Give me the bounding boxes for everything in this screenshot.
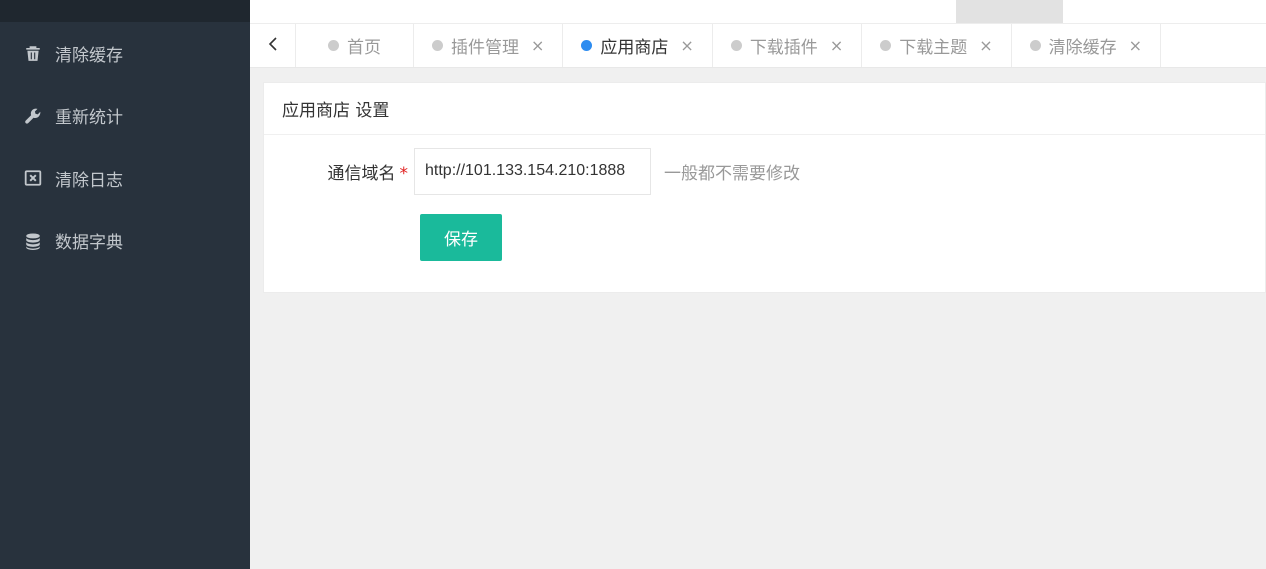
tab-label: 插件管理	[451, 38, 519, 58]
tab-home[interactable]: 首页	[296, 24, 414, 67]
close-box-icon	[24, 169, 42, 187]
field-label-wrapper: 通信域名 *	[264, 159, 414, 184]
tab-scroll-left-button[interactable]	[250, 24, 296, 67]
settings-card: 应用商店 设置 通信域名* 一般都不需要修改 保存	[263, 82, 1266, 293]
close-icon[interactable]: ×	[680, 36, 693, 55]
sidebar-item-data-dictionary[interactable]: 数据字典	[0, 210, 250, 273]
close-icon[interactable]: ×	[979, 36, 992, 55]
tab-label: 下载主题	[899, 38, 968, 58]
sidebar-item-label: 重新统计	[55, 108, 123, 129]
field-hint: 一般都不需要修改	[664, 163, 800, 184]
tab-label: 清除缓存	[1048, 38, 1117, 58]
close-icon[interactable]: ×	[830, 36, 843, 55]
tab-bar: 首页 插件管理 × 应用商店 × 下载插件 × 下载主题 × 清除缓存 ×	[250, 23, 1266, 68]
database-icon	[24, 232, 42, 250]
chevron-left-icon	[267, 36, 279, 56]
sidebar-item-label: 清除日志	[55, 170, 123, 191]
field-label: 通信域名	[327, 163, 396, 184]
close-icon[interactable]: ×	[531, 36, 544, 55]
sidebar-item-label: 清除缓存	[55, 45, 123, 66]
tab-clear-cache[interactable]: 清除缓存 ×	[1012, 24, 1162, 67]
header-menu-slot[interactable]	[956, 0, 1063, 23]
sidebar-item-clear-cache[interactable]: 清除缓存	[0, 22, 250, 85]
trash-icon	[24, 44, 42, 62]
sidebar: 清除缓存 重新统计 清除日志 数据字典	[0, 0, 250, 569]
tab-label: 应用商店	[600, 38, 669, 58]
tab-status-dot	[581, 40, 593, 51]
sidebar-item-clear-log[interactable]: 清除日志	[0, 147, 250, 210]
sidebar-item-recount[interactable]: 重新统计	[0, 85, 250, 148]
tab-label: 下载插件	[749, 38, 818, 58]
domain-input[interactable]	[414, 147, 651, 195]
tab-status-dot	[328, 40, 339, 51]
sidebar-item-label: 数据字典	[55, 233, 123, 254]
card-title: 应用商店 设置	[264, 83, 1265, 135]
app-root: 清除缓存 重新统计 清除日志 数据字典 首页 插件管理 × 应用商店 × 下载插…	[0, 0, 1266, 569]
tab-status-dot	[730, 40, 742, 51]
top-header	[250, 0, 1266, 23]
wrench-icon	[24, 107, 42, 125]
close-icon[interactable]: ×	[1129, 36, 1142, 55]
tab-plugin-management[interactable]: 插件管理 ×	[414, 24, 564, 67]
required-mark: *	[399, 163, 409, 184]
tab-label: 首页	[347, 38, 381, 58]
tab-download-plugin[interactable]: 下载插件 ×	[713, 24, 863, 67]
form-row-domain: 通信域名* 一般都不需要修改	[264, 147, 1265, 195]
tab-status-dot	[1029, 40, 1041, 51]
save-button[interactable]: 保存	[420, 214, 502, 261]
tab-status-dot	[432, 40, 443, 51]
tab-app-store[interactable]: 应用商店 ×	[563, 24, 713, 67]
tab-status-dot	[880, 40, 892, 51]
tab-download-theme[interactable]: 下载主题 ×	[862, 24, 1012, 67]
sidebar-logo-area	[0, 0, 250, 22]
